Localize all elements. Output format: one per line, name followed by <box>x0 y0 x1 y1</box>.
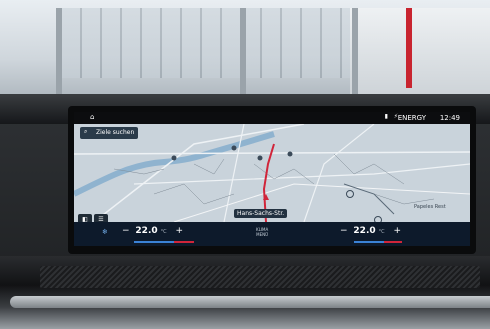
home-icon[interactable]: ⌂ <box>90 113 94 121</box>
navigation-map[interactable]: ⌕ Ziele suchen ◧ ☰ Hans-Sachs-Str. Papele… <box>74 124 470 222</box>
poi-pin[interactable] <box>257 155 263 161</box>
right-temp-bar-red <box>384 241 402 243</box>
left-temp-minus-button[interactable]: − <box>122 226 130 236</box>
right-temp-minus-button[interactable]: − <box>340 226 348 236</box>
search-icon: ⌕ <box>84 128 88 135</box>
right-temp-bar-blue <box>354 241 384 243</box>
poi-pin[interactable] <box>171 155 177 161</box>
left-temp-bar-blue <box>134 241 174 243</box>
photo-scene: ⌂ ▮ ⚡ ENERGY 12:49 ⌕ Ziele suchen ◧ ☰ Ha… <box>0 0 490 329</box>
poi-pin[interactable] <box>287 151 293 157</box>
left-temp-value: 22.0 <box>135 226 158 236</box>
carport-roof <box>60 8 360 78</box>
climate-bar: ❄ − 22.0 °C + KLIMA MENÜ − 22.0 °C + <box>74 222 470 246</box>
poi-label: Papeles Rest <box>414 204 446 210</box>
search-destination-button[interactable]: ⌕ Ziele suchen <box>80 127 138 139</box>
map-view-button[interactable]: ◧ <box>78 214 92 222</box>
fan-icon[interactable]: ❄ <box>102 228 108 236</box>
red-pillar <box>406 8 412 88</box>
right-temp-plus-button[interactable]: + <box>394 226 402 236</box>
clock: 12:49 <box>439 114 460 122</box>
steel-pillar <box>240 8 246 98</box>
street-name: Hans-Sachs-Str. <box>237 210 285 217</box>
right-temperature-control: − 22.0 °C + <box>340 226 401 236</box>
poi-pin[interactable] <box>231 145 237 151</box>
climate-menu-button[interactable]: KLIMA MENÜ <box>256 227 268 237</box>
status-bar: ⌂ ▮ ⚡ ENERGY 12:49 <box>74 112 470 124</box>
left-temp-plus-button[interactable]: + <box>176 226 184 236</box>
search-label: Ziele suchen <box>96 129 135 136</box>
dealership-building <box>350 8 490 108</box>
map-options-button[interactable]: ☰ <box>94 214 108 222</box>
steel-pillar <box>56 8 62 98</box>
energy-label: ENERGY <box>397 114 426 122</box>
infotainment-screen: ⌂ ▮ ⚡ ENERGY 12:49 ⌕ Ziele suchen ◧ ☰ Ha… <box>74 112 470 246</box>
current-street-label: Hans-Sachs-Str. <box>234 209 288 218</box>
chrome-trim <box>10 296 490 308</box>
speaker-grille <box>40 266 480 288</box>
left-temp-bar-red <box>174 241 194 243</box>
right-temp-value: 22.0 <box>353 226 376 236</box>
left-temperature-control: − 22.0 °C + <box>122 226 183 236</box>
map-controls: ◧ ☰ <box>78 206 110 222</box>
climate-menu-label-2: MENÜ <box>256 232 269 237</box>
steel-pillar <box>352 8 358 98</box>
right-temp-unit: °C <box>378 229 385 235</box>
left-temp-unit: °C <box>160 229 167 235</box>
